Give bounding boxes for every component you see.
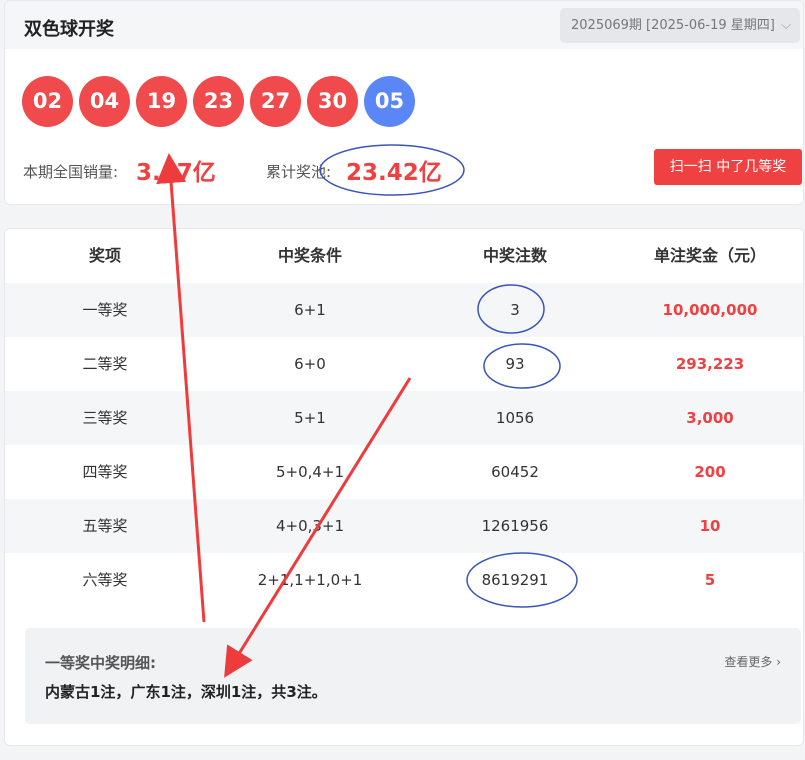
condition-cell: 5+1	[294, 409, 326, 427]
detail-title: 一等奖中奖明细:	[45, 654, 156, 672]
count-cell: 93	[505, 355, 525, 373]
level-cell: 六等奖	[82, 571, 128, 589]
condition-cell: 6+0	[294, 355, 326, 373]
red-ball: 27	[250, 76, 301, 127]
condition-cell: 6+1	[294, 301, 326, 319]
count-cell: 60452	[491, 463, 539, 481]
blue-ball: 05	[364, 76, 415, 127]
table-row: 六等奖 2+1,1+1,0+1 8619291 5	[5, 553, 803, 607]
prize-table-card: 奖项 中奖条件 中奖注数 单注奖金（元） 一等奖 6+1 3 10,000,00…	[4, 228, 804, 746]
page-title: 双色球开奖	[24, 19, 114, 40]
issue-select-value: 2025069期 [2025-06-19 星期四]	[571, 18, 775, 33]
count-cell: 8619291	[481, 571, 549, 589]
prize-cell: 293,223	[675, 355, 745, 373]
header-level: 奖项	[88, 246, 121, 265]
sales-label: 本期全国销量:	[23, 163, 119, 181]
table-row: 五等奖 4+0,3+1 1261956 10	[5, 499, 803, 553]
level-cell: 二等奖	[82, 355, 128, 373]
view-more-label: 查看更多	[724, 655, 773, 669]
count-cell: 1261956	[481, 517, 549, 535]
pool-value: 23.42亿	[346, 160, 442, 186]
issue-select[interactable]: 2025069期 [2025-06-19 星期四] ⌵	[560, 8, 800, 43]
red-ball: 02	[22, 76, 73, 127]
condition-cell: 2+1,1+1,0+1	[257, 571, 363, 589]
count-cell: 3	[510, 301, 520, 319]
draw-result-card: 双色球开奖 2025069期 [2025-06-19 星期四] ⌵ 02 04 …	[4, 0, 804, 205]
pool-label: 累计奖池:	[266, 163, 332, 181]
table-header: 奖项 中奖条件 中奖注数 单注奖金（元）	[5, 229, 803, 283]
table-row: 三等奖 5+1 1056 3,000	[5, 391, 803, 445]
condition-cell: 4+0,3+1	[275, 517, 345, 535]
detail-text: 内蒙古1注，广东1注，深圳1注，共3注。	[45, 683, 327, 701]
sales-value: 3.67亿	[136, 160, 216, 186]
level-cell: 三等奖	[82, 409, 128, 427]
table-row: 四等奖 5+0,4+1 60452 200	[5, 445, 803, 499]
prize-cell: 5	[704, 571, 716, 589]
card-header: 双色球开奖 2025069期 [2025-06-19 星期四] ⌵	[5, 1, 803, 49]
chevron-right-icon: ›	[776, 655, 781, 669]
red-ball: 30	[307, 76, 358, 127]
condition-cell: 5+0,4+1	[275, 463, 345, 481]
table-row: 一等奖 6+1 3 10,000,000	[5, 283, 803, 337]
count-cell: 1056	[495, 409, 535, 427]
level-cell: 四等奖	[82, 463, 128, 481]
table-row: 二等奖 6+0 93 293,223	[5, 337, 803, 391]
view-more-link[interactable]: 查看更多 ›	[724, 653, 781, 670]
prize-cell: 10	[699, 517, 721, 535]
level-cell: 五等奖	[82, 517, 128, 535]
prize-cell: 3,000	[686, 409, 734, 427]
red-ball: 19	[136, 76, 187, 127]
red-ball: 23	[193, 76, 244, 127]
scan-prize-button[interactable]: 扫一扫 中了几等奖	[654, 149, 802, 185]
red-ball: 04	[79, 76, 130, 127]
level-cell: 一等奖	[82, 301, 128, 319]
header-condition: 中奖条件	[277, 246, 342, 265]
prize-cell: 10,000,000	[662, 301, 758, 319]
prize-cell: 200	[694, 463, 726, 481]
first-prize-detail: 一等奖中奖明细: 查看更多 › 内蒙古1注，广东1注，深圳1注，共3注。	[25, 628, 801, 724]
header-prize: 单注奖金（元）	[653, 246, 766, 265]
chevron-down-icon: ⌵	[781, 18, 791, 33]
header-count: 中奖注数	[482, 246, 547, 265]
